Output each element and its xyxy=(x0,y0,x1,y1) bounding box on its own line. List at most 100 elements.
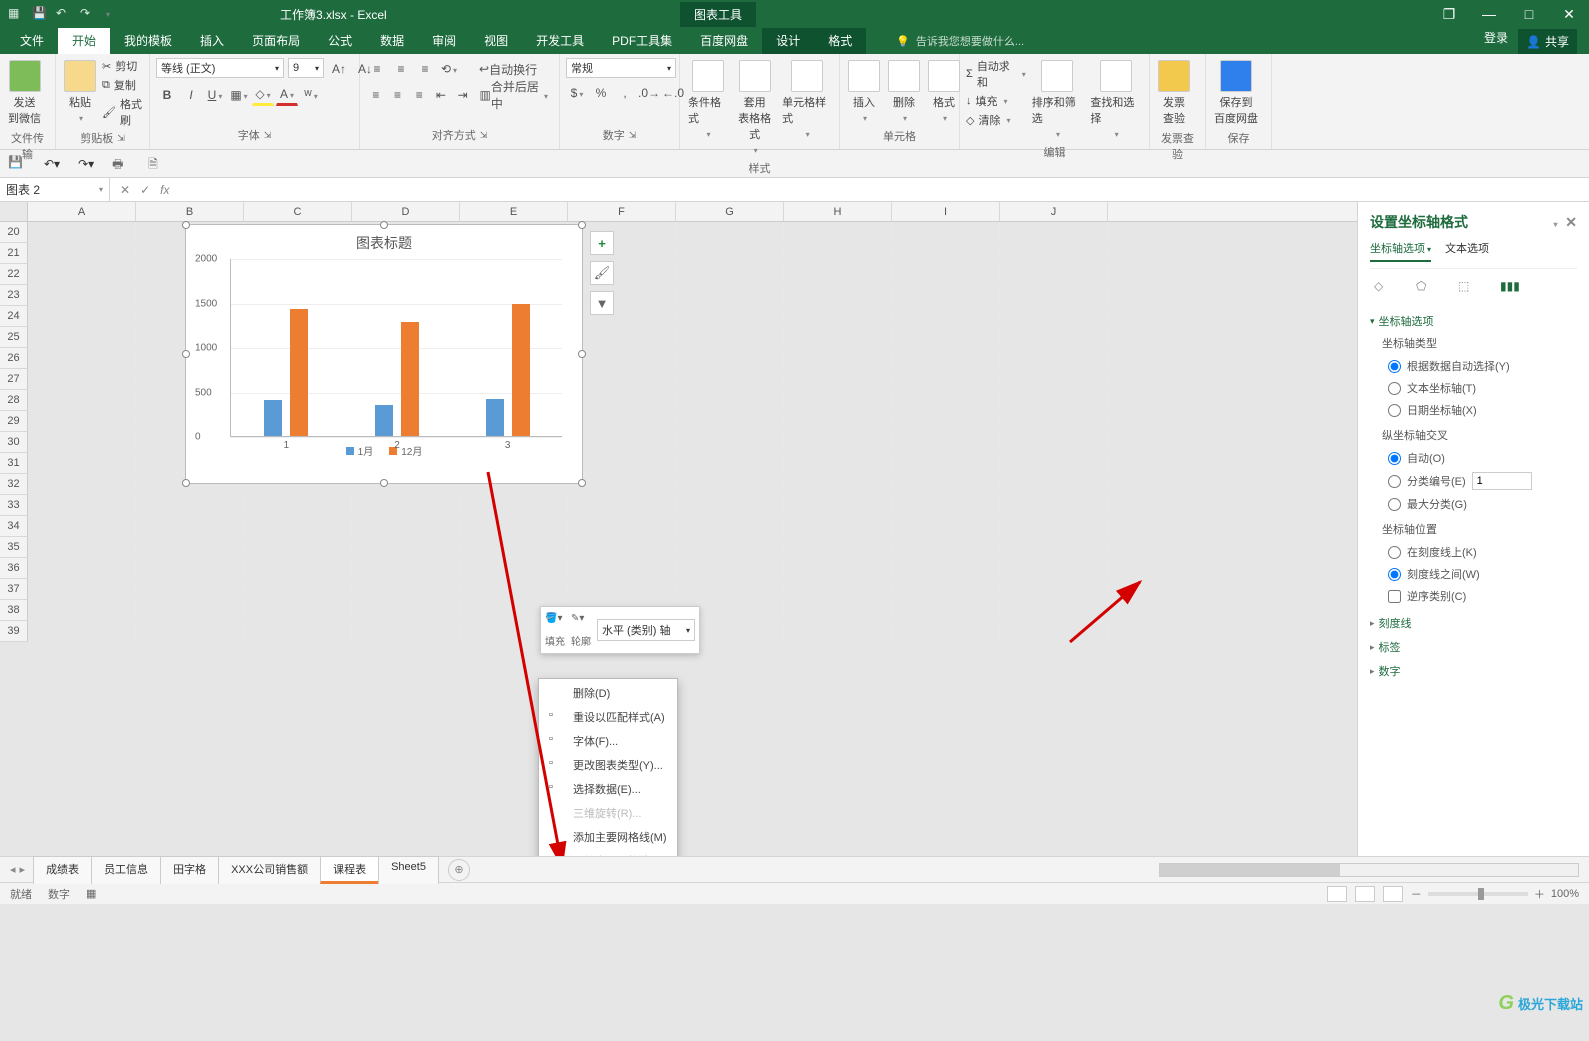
indent-dec-icon[interactable]: ⇤ xyxy=(431,84,451,106)
cell[interactable] xyxy=(568,243,676,263)
cell[interactable] xyxy=(676,579,784,599)
cell[interactable] xyxy=(244,579,352,599)
align-center-icon[interactable]: ≡ xyxy=(388,84,408,106)
cell[interactable] xyxy=(892,453,1000,473)
cell[interactable] xyxy=(1000,369,1108,389)
cell[interactable] xyxy=(28,243,136,263)
chart-bar[interactable] xyxy=(401,322,419,436)
sheet-nav-first-icon[interactable]: ◂ xyxy=(10,863,16,876)
menu-tab-6[interactable]: 数据 xyxy=(366,27,418,54)
cell[interactable] xyxy=(676,411,784,431)
view-normal-icon[interactable] xyxy=(1327,886,1347,902)
cell[interactable] xyxy=(244,621,352,641)
cell[interactable] xyxy=(568,369,676,389)
cell[interactable] xyxy=(136,495,244,515)
ctx-item[interactable]: ▫重设以匹配样式(A) xyxy=(539,705,677,729)
cell[interactable] xyxy=(28,390,136,410)
cell[interactable] xyxy=(676,222,784,242)
cell[interactable] xyxy=(784,495,892,515)
align-bottom-icon[interactable]: ≡ xyxy=(414,58,436,80)
opt-reverse-categories[interactable]: 逆序类别(C) xyxy=(1370,585,1577,607)
cell[interactable] xyxy=(28,222,136,242)
cell[interactable] xyxy=(1000,474,1108,494)
cell[interactable] xyxy=(676,285,784,305)
cell[interactable] xyxy=(784,621,892,641)
cell[interactable] xyxy=(568,327,676,347)
opt-cross-max[interactable]: 最大分类(G) xyxy=(1370,493,1577,515)
clear-button[interactable]: ◇ 清除 xyxy=(966,112,1026,128)
maximize-button[interactable]: □ xyxy=(1509,0,1549,28)
cell[interactable] xyxy=(892,432,1000,452)
cell[interactable] xyxy=(784,285,892,305)
cell[interactable] xyxy=(892,285,1000,305)
qat-undo2-icon[interactable]: ↶▾ xyxy=(44,157,60,171)
cell[interactable] xyxy=(352,495,460,515)
cell[interactable] xyxy=(244,516,352,536)
cell[interactable] xyxy=(892,495,1000,515)
cell[interactable] xyxy=(892,474,1000,494)
qat-preview-icon[interactable]: 🗎 xyxy=(148,155,166,173)
cell[interactable] xyxy=(136,558,244,578)
col-head[interactable]: E xyxy=(460,202,568,221)
sheet-tab[interactable]: Sheet5 xyxy=(378,856,439,884)
cell[interactable] xyxy=(784,243,892,263)
table-format-button[interactable]: 套用 表格格式 xyxy=(733,58,776,158)
ribbon-display-icon[interactable]: ❐ xyxy=(1429,0,1469,28)
paste-button[interactable]: 粘贴 xyxy=(62,58,98,126)
opt-auto-select[interactable]: 根据数据自动选择(Y) xyxy=(1370,355,1577,377)
menu-tab-10[interactable]: PDF工具集 xyxy=(598,27,686,54)
cell[interactable] xyxy=(1000,537,1108,557)
font-name-select[interactable]: 等线 (正文)▾ xyxy=(156,58,284,78)
cond-format-button[interactable]: 条件格式 xyxy=(686,58,729,142)
cell[interactable] xyxy=(676,537,784,557)
cell[interactable] xyxy=(1000,558,1108,578)
mini-element-select[interactable]: 水平 (类别) 轴▾ xyxy=(597,619,695,641)
qat-more-icon[interactable] xyxy=(104,6,120,22)
mini-outline-button[interactable]: ✎▾轮廓 xyxy=(571,613,591,648)
cell[interactable] xyxy=(136,621,244,641)
cell[interactable] xyxy=(352,516,460,536)
cell[interactable] xyxy=(676,243,784,263)
cell[interactable] xyxy=(28,264,136,284)
menu-tab-13[interactable]: 格式 xyxy=(814,27,866,54)
cut-button[interactable]: ✂ 剪切 xyxy=(102,58,143,74)
opt-date-axis[interactable]: 日期坐标轴(X) xyxy=(1370,399,1577,421)
cell[interactable] xyxy=(676,264,784,284)
cell[interactable] xyxy=(1000,600,1108,620)
cell[interactable] xyxy=(676,453,784,473)
cross-cat-input[interactable] xyxy=(1472,472,1532,490)
chart-bar[interactable] xyxy=(512,304,530,436)
cell[interactable] xyxy=(244,558,352,578)
row-head[interactable]: 27 xyxy=(0,369,28,390)
cell[interactable] xyxy=(28,558,136,578)
chart-elements-button[interactable]: + xyxy=(590,231,614,255)
fill-color-button[interactable]: ◇ xyxy=(252,84,274,106)
col-head[interactable]: F xyxy=(568,202,676,221)
fx-icon[interactable]: fx xyxy=(160,183,169,197)
cell[interactable] xyxy=(352,558,460,578)
cell[interactable] xyxy=(28,285,136,305)
cell[interactable] xyxy=(460,516,568,536)
cell[interactable] xyxy=(892,390,1000,410)
cell[interactable] xyxy=(892,327,1000,347)
cell[interactable] xyxy=(568,285,676,305)
opt-cross-auto[interactable]: 自动(O) xyxy=(1370,447,1577,469)
cell[interactable] xyxy=(1000,432,1108,452)
cell[interactable] xyxy=(1000,390,1108,410)
pane-fill-icon[interactable]: ◇ xyxy=(1374,279,1394,299)
cell[interactable] xyxy=(784,327,892,347)
pane-effects-icon[interactable]: ⬠ xyxy=(1416,279,1436,299)
cell[interactable] xyxy=(568,411,676,431)
cell[interactable] xyxy=(676,327,784,347)
cell[interactable] xyxy=(784,222,892,242)
zoom-slider[interactable] xyxy=(1428,892,1528,896)
cell[interactable] xyxy=(676,495,784,515)
row-head[interactable]: 23 xyxy=(0,285,28,306)
pane-close-icon[interactable]: ✕ xyxy=(1565,214,1577,230)
number-format-select[interactable]: 常规▾ xyxy=(566,58,676,78)
cell[interactable] xyxy=(460,579,568,599)
cell[interactable] xyxy=(1000,327,1108,347)
insert-cells-button[interactable]: 插入 xyxy=(846,58,882,126)
cell[interactable] xyxy=(784,306,892,326)
menu-tab-2[interactable]: 我的模板 xyxy=(110,27,186,54)
